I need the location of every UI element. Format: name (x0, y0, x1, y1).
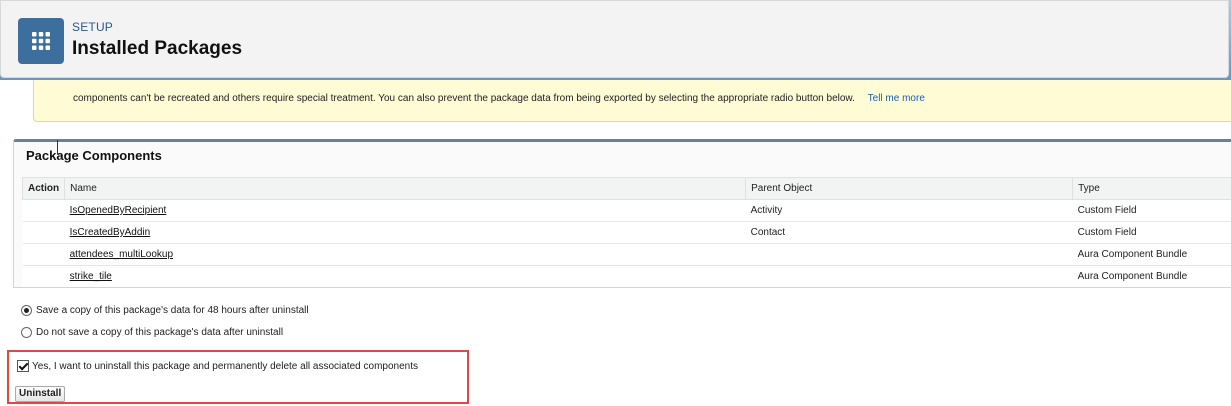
save-copy-option[interactable]: Save a copy of this package's data for 4… (21, 305, 309, 316)
component-link[interactable]: IsOpenedByRecipient (70, 205, 167, 216)
row-action (22, 265, 65, 287)
column-header-name[interactable]: Name (64, 177, 747, 200)
row-parent-object (745, 265, 1073, 287)
table-header-row: Action Name Parent Object Type (21, 177, 1231, 200)
table-row: IsOpenedByRecipient Activity Custom Fiel… (22, 199, 1231, 222)
confirm-highlight-box (7, 350, 469, 404)
row-type: Custom Field (1072, 221, 1231, 244)
table-row: attendees_multiLookup Aura Component Bun… (22, 243, 1231, 266)
row-action (22, 243, 65, 266)
row-name: IsCreatedByAddin (64, 221, 746, 244)
no-save-option[interactable]: Do not save a copy of this package's dat… (21, 327, 283, 338)
main-content: components can't be recreated and others… (0, 80, 1231, 406)
package-components-title: Package Components (26, 148, 162, 163)
warning-message: components can't be recreated and others… (73, 93, 855, 104)
page-header: SETUP Installed Packages (0, 0, 1229, 78)
column-header-action: Action (21, 177, 66, 200)
column-header-parent-object[interactable]: Parent Object (745, 177, 1074, 200)
row-type: Aura Component Bundle (1072, 243, 1231, 266)
no-save-radio[interactable] (21, 327, 32, 338)
table-row: strike_tile Aura Component Bundle (22, 265, 1231, 287)
uninstall-button[interactable]: Uninstall (15, 386, 66, 402)
grid-icon (18, 18, 64, 64)
row-type: Custom Field (1072, 199, 1231, 222)
column-header-type[interactable]: Type (1072, 177, 1231, 200)
breadcrumb[interactable]: SETUP (72, 20, 113, 34)
row-name: attendees_multiLookup (64, 243, 746, 266)
warning-banner: components can't be recreated and others… (33, 80, 1231, 122)
component-link[interactable]: IsCreatedByAddin (70, 227, 151, 238)
text-cursor (57, 140, 58, 154)
row-parent-object (745, 243, 1073, 266)
component-link[interactable]: attendees_multiLookup (70, 249, 173, 260)
row-name: IsOpenedByRecipient (64, 199, 746, 222)
row-action (22, 221, 65, 244)
package-components-panel: Package Components Action Name Parent Ob… (13, 139, 1231, 288)
warning-text: components can't be recreated and others… (73, 93, 925, 104)
confirm-uninstall-label: Yes, I want to uninstall this package an… (32, 360, 418, 372)
save-copy-label: Save a copy of this package's data for 4… (36, 305, 309, 316)
row-name: strike_tile (64, 265, 746, 287)
table-row: IsCreatedByAddin Contact Custom Field (22, 221, 1231, 244)
row-parent-object: Activity (745, 199, 1073, 222)
confirm-uninstall-checkbox[interactable] (17, 360, 29, 372)
row-action (22, 199, 65, 222)
row-type: Aura Component Bundle (1072, 265, 1231, 287)
tell-me-more-link[interactable]: Tell me more (868, 93, 925, 104)
page-title: Installed Packages (72, 38, 243, 59)
row-parent-object: Contact (745, 221, 1073, 244)
no-save-label: Do not save a copy of this package's dat… (36, 327, 284, 338)
save-copy-radio[interactable] (21, 305, 32, 316)
components-table: Action Name Parent Object Type IsOpenedB… (21, 177, 1231, 287)
component-link[interactable]: strike_tile (70, 271, 112, 282)
confirm-uninstall-option[interactable]: Yes, I want to uninstall this package an… (17, 360, 418, 372)
